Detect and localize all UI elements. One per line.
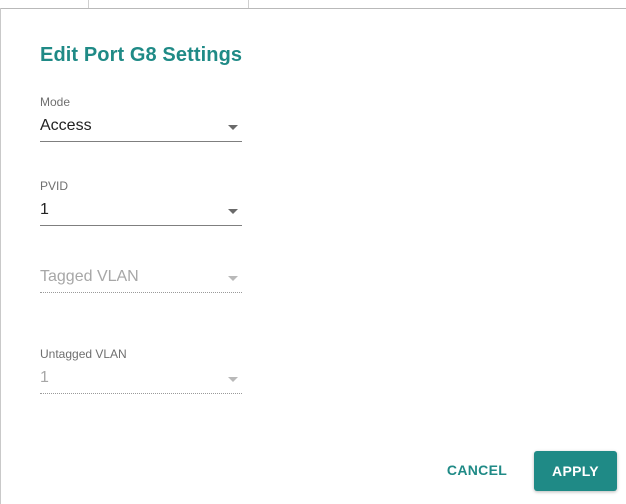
mode-value: Access (40, 117, 92, 134)
cancel-button[interactable]: CANCEL (440, 452, 514, 488)
tagged-vlan-field: Tagged VLAN (40, 266, 242, 293)
tagged-vlan-select: Tagged VLAN (40, 266, 242, 293)
untagged-vlan-label: Untagged VLAN (40, 347, 127, 361)
pvid-label: PVID (40, 179, 69, 193)
pvid-select[interactable]: 1 (40, 199, 242, 226)
untagged-vlan-field: Untagged VLAN 1 (40, 347, 242, 394)
mode-select[interactable]: Access (40, 115, 242, 142)
background-divider (88, 0, 89, 8)
caret-down-icon (228, 276, 238, 281)
dialog-left-border (0, 8, 1, 504)
caret-down-icon (228, 125, 238, 130)
edit-port-dialog: Edit Port G8 Settings Mode Access PVID 1… (0, 0, 626, 504)
caret-down-icon (228, 209, 238, 214)
caret-down-icon (228, 377, 238, 382)
dialog-top-border (0, 8, 626, 9)
background-divider (248, 0, 249, 8)
untagged-vlan-value: 1 (40, 369, 49, 386)
pvid-field: PVID 1 (40, 179, 242, 226)
tagged-vlan-placeholder: Tagged VLAN (40, 268, 139, 285)
mode-label: Mode (40, 95, 71, 109)
dialog-title: Edit Port G8 Settings (40, 44, 243, 66)
pvid-value: 1 (40, 201, 49, 218)
untagged-vlan-select: 1 (40, 367, 242, 394)
apply-button[interactable]: APPLY (534, 451, 617, 491)
mode-field: Mode Access (40, 95, 242, 142)
